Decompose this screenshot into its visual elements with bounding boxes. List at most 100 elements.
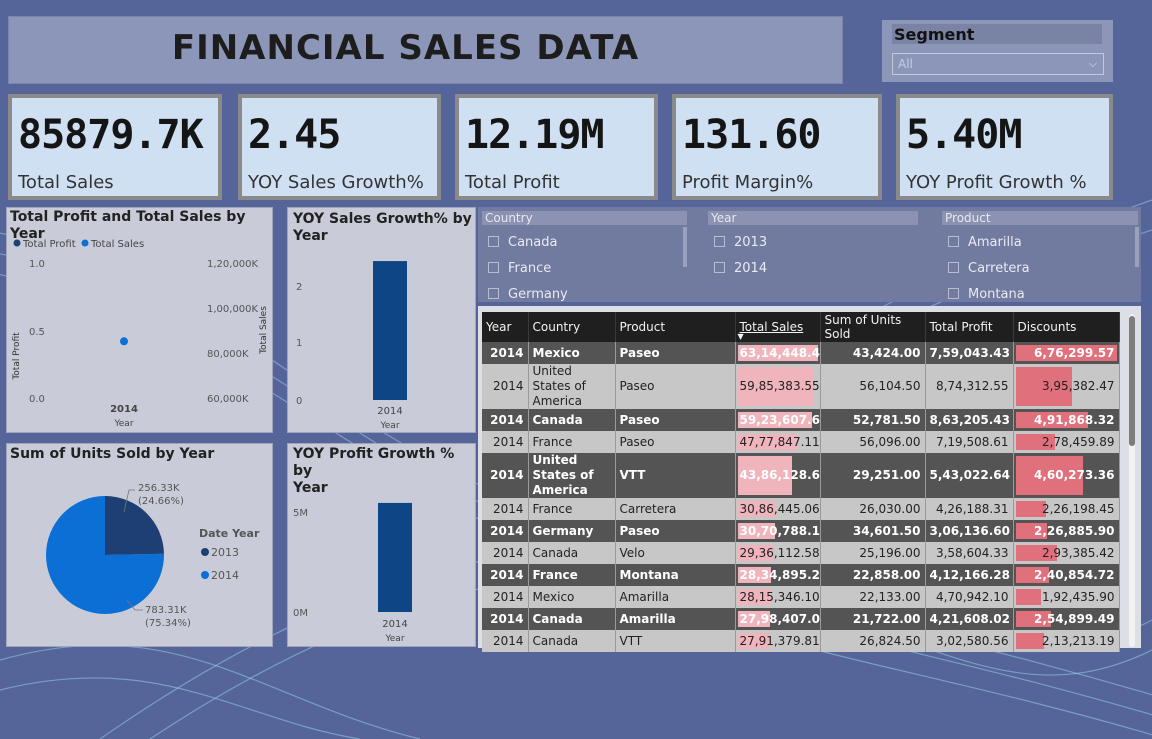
kpi-label: YOY Profit Growth %: [906, 172, 1087, 193]
column-header-total-profit[interactable]: Total Profit: [925, 312, 1014, 342]
slicer-item-label: Amarilla: [968, 235, 1022, 250]
cell-total-profit: 3,58,604.33: [925, 542, 1014, 564]
table-row[interactable]: 2014 France Carretera 30,86,445.06 26,030.00…: [482, 498, 1120, 520]
table-row[interactable]: 2014 Mexico Amarilla 28,15,346.10 22,133.00 4…: [482, 586, 1120, 608]
table-row[interactable]: 2014 United States of America VTT 43,86,128…: [482, 453, 1120, 498]
cell-value: 2,26,198.45: [1041, 501, 1115, 516]
slicer-item-amarilla[interactable]: Amarilla: [948, 233, 1022, 253]
column-header-label: Total Sales: [739, 320, 804, 334]
column-header-country[interactable]: Country: [528, 312, 616, 342]
table-row[interactable]: 2014 Canada VTT 27,91,379.81 26,824.50 3,02,5…: [482, 630, 1120, 652]
segment-value: All: [898, 57, 913, 71]
kpi-value: 2.45: [248, 112, 341, 158]
cell-year: 2014: [482, 586, 529, 608]
cell-value: 29,36,112.58: [739, 545, 820, 560]
slicer-scrollbar[interactable]: [1135, 227, 1139, 267]
cell-country: France: [528, 498, 616, 520]
cell-country: France: [528, 431, 616, 453]
checkbox[interactable]: [488, 288, 499, 299]
cell-total-profit: 4,21,608.02: [925, 608, 1014, 630]
table-row[interactable]: 2014 Canada Amarilla 27,98,407.02 21,722.00 4…: [482, 608, 1120, 630]
checkbox[interactable]: [488, 262, 499, 273]
segment-slicer: Segment All ⌵: [882, 20, 1113, 82]
x-tick: 2014: [377, 406, 402, 417]
y-tick-left: 0.0: [29, 394, 45, 405]
cell-units-sold: 21,722.00: [820, 608, 926, 630]
checkbox[interactable]: [714, 236, 725, 247]
checkbox[interactable]: [948, 288, 959, 299]
cell-year: 2014: [482, 630, 529, 652]
y-tick-right: 1,20,000K: [207, 259, 259, 270]
cell-country: Canada: [528, 542, 616, 564]
cell-total-sales: 59,85,383.55: [735, 364, 821, 409]
slicer-item-canada[interactable]: Canada: [488, 233, 557, 253]
slicer-item-montana[interactable]: Montana: [948, 285, 1025, 302]
checkbox[interactable]: [948, 262, 959, 273]
yoy-sales-chart-card: YOY Sales Growth% by Year 2 1 0 2014 Year: [287, 207, 476, 433]
slice-pct-2014: (75.34%): [145, 618, 191, 629]
cell-discounts: 2,93,385.42: [1013, 542, 1120, 564]
column-header-total-sales[interactable]: Total Sales ▼: [735, 312, 821, 342]
cell-discounts: 2,40,854.72: [1013, 564, 1120, 586]
cell-value: 2,13,213.19: [1041, 633, 1115, 648]
cell-country: Mexico: [528, 342, 616, 364]
slicer-title: Product: [942, 211, 1138, 225]
slicer-scrollbar[interactable]: [683, 227, 687, 267]
bar-2014[interactable]: [378, 502, 412, 612]
legend-dot-2014: [201, 571, 209, 579]
slicer-item-2014[interactable]: 2014: [714, 259, 767, 279]
cell-total-sales: 29,36,112.58: [735, 542, 821, 564]
slicer-item-label: Carretera: [968, 261, 1030, 276]
bar-2014[interactable]: [373, 261, 407, 400]
kpi-yoy-profit-growth: 5.40M YOY Profit Growth %: [896, 94, 1113, 200]
cell-year: 2014: [482, 564, 529, 586]
kpi-total-profit: 12.19M Total Profit: [455, 94, 658, 200]
cell-discounts: 3,95,382.47: [1013, 364, 1120, 409]
cell-total-profit: 7,19,508.61: [925, 431, 1014, 453]
table-row[interactable]: 2014 Mexico Paseo 63,14,448.43 43,424.00 7,59…: [482, 342, 1120, 364]
cell-units-sold: 34,601.50: [820, 520, 926, 542]
cell-product: VTT: [615, 630, 736, 652]
cell-discounts: 2,13,213.19: [1013, 630, 1120, 652]
cell-total-sales: 27,98,407.02: [735, 608, 821, 630]
slicer-item-2013[interactable]: 2013: [714, 233, 767, 253]
slicer-item-germany[interactable]: Germany: [488, 285, 568, 302]
cell-product: Amarilla: [615, 586, 736, 608]
y-axis-label-right: Total Sales: [259, 306, 269, 355]
slicer-item-france[interactable]: France: [488, 259, 551, 279]
checkbox[interactable]: [488, 236, 499, 247]
cell-units-sold: 56,104.50: [820, 364, 926, 409]
cell-total-sales: 59,23,607.68: [735, 409, 821, 431]
y-tick-right: 80,000K: [207, 349, 249, 360]
table-row[interactable]: 2014 France Montana 28,34,895.28 22,858.00 4,…: [482, 564, 1120, 586]
slice-label-2014: 783.31K: [145, 605, 187, 616]
cell-country: United States of America: [528, 364, 616, 409]
table-scrollbar[interactable]: [1129, 314, 1135, 647]
table-row[interactable]: 2014 France Paseo 47,77,847.11 56,096.00 7,19…: [482, 431, 1120, 453]
chevron-down-icon: ⌵: [1088, 57, 1097, 70]
slicers-panel: Country Canada France Germany Year 2013 …: [478, 207, 1141, 302]
segment-dropdown[interactable]: All ⌵: [892, 53, 1104, 75]
table-row[interactable]: 2014 Canada Paseo 59,23,607.68 52,781.50 8,63…: [482, 409, 1120, 431]
column-header-year[interactable]: Year: [482, 312, 529, 342]
slicer-item-label: Germany: [508, 287, 568, 302]
product-slicer: Product Amarilla Carretera Montana: [938, 207, 1141, 302]
table-body: 2014 Mexico Paseo 63,14,448.43 43,424.00 7,59…: [482, 342, 1120, 652]
data-point-2014[interactable]: [120, 337, 128, 346]
checkbox[interactable]: [948, 236, 959, 247]
table-row[interactable]: 2014 Canada Velo 29,36,112.58 25,196.00 3,58,…: [482, 542, 1120, 564]
slicer-item-carretera[interactable]: Carretera: [948, 259, 1030, 279]
cell-total-sales: 30,70,788.10: [735, 520, 821, 542]
table-row[interactable]: 2014 United States of America Paseo 59,85,3…: [482, 364, 1120, 409]
column-header-product[interactable]: Product: [615, 312, 736, 342]
scrollbar-thumb[interactable]: [1129, 316, 1135, 446]
column-header-units-sold[interactable]: Sum of Units Sold: [820, 312, 926, 342]
cell-units-sold: 25,196.00: [820, 542, 926, 564]
column-header-discounts[interactable]: Discounts: [1013, 312, 1120, 342]
cell-product: Carretera: [615, 498, 736, 520]
checkbox[interactable]: [714, 262, 725, 273]
kpi-profit-margin: 131.60 Profit Margin%: [672, 94, 882, 200]
cell-total-sales: 28,15,346.10: [735, 586, 821, 608]
yoy-profit-chart-card: YOY Profit Growth % by Year 5M 0M 2014 Ye…: [287, 443, 476, 647]
table-row[interactable]: 2014 Germany Paseo 30,70,788.10 34,601.50 3,0…: [482, 520, 1120, 542]
